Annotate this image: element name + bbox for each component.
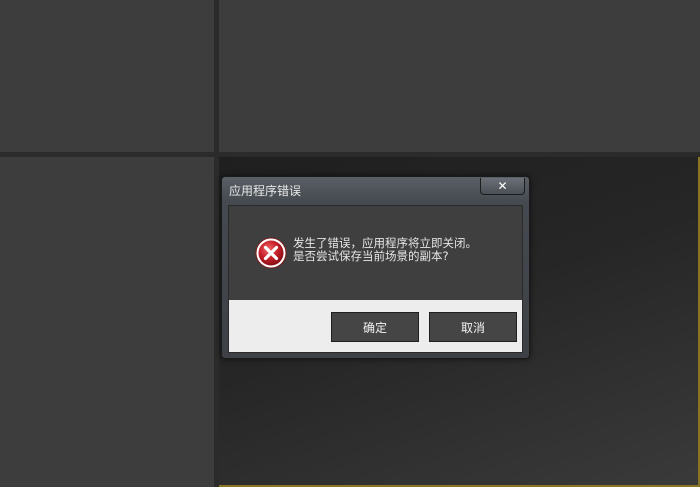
- error-message: 发生了错误，应用程序将立即关闭。 是否尝试保存当前场景的副本?: [293, 237, 477, 263]
- viewport-top-right[interactable]: [219, 0, 700, 152]
- viewport-top-left[interactable]: [0, 0, 214, 152]
- close-icon: ✕: [497, 179, 508, 193]
- cancel-button[interactable]: 取消: [429, 312, 517, 342]
- viewport-splitter-horizontal[interactable]: [0, 152, 700, 157]
- dialog-body: 发生了错误，应用程序将立即关闭。 是否尝试保存当前场景的副本? 确定 取消: [228, 205, 523, 353]
- close-button[interactable]: ✕: [480, 178, 525, 195]
- viewport-splitter-vertical[interactable]: [214, 0, 219, 487]
- error-dialog: 应用程序错误 ✕ 发生了错误，应用程序将立即关闭。 是否尝试保存当前场景的副本?…: [221, 176, 530, 359]
- error-icon: [255, 237, 287, 269]
- dialog-titlebar[interactable]: 应用程序错误 ✕: [222, 177, 529, 203]
- error-message-line-2: 是否尝试保存当前场景的副本?: [293, 249, 449, 263]
- message-area: 发生了错误，应用程序将立即关闭。 是否尝试保存当前场景的副本?: [229, 206, 522, 300]
- ok-button[interactable]: 确定: [331, 312, 419, 342]
- dialog-title: 应用程序错误: [229, 184, 302, 198]
- viewport-bottom-left[interactable]: [0, 157, 214, 487]
- button-area: 确定 取消: [229, 300, 522, 352]
